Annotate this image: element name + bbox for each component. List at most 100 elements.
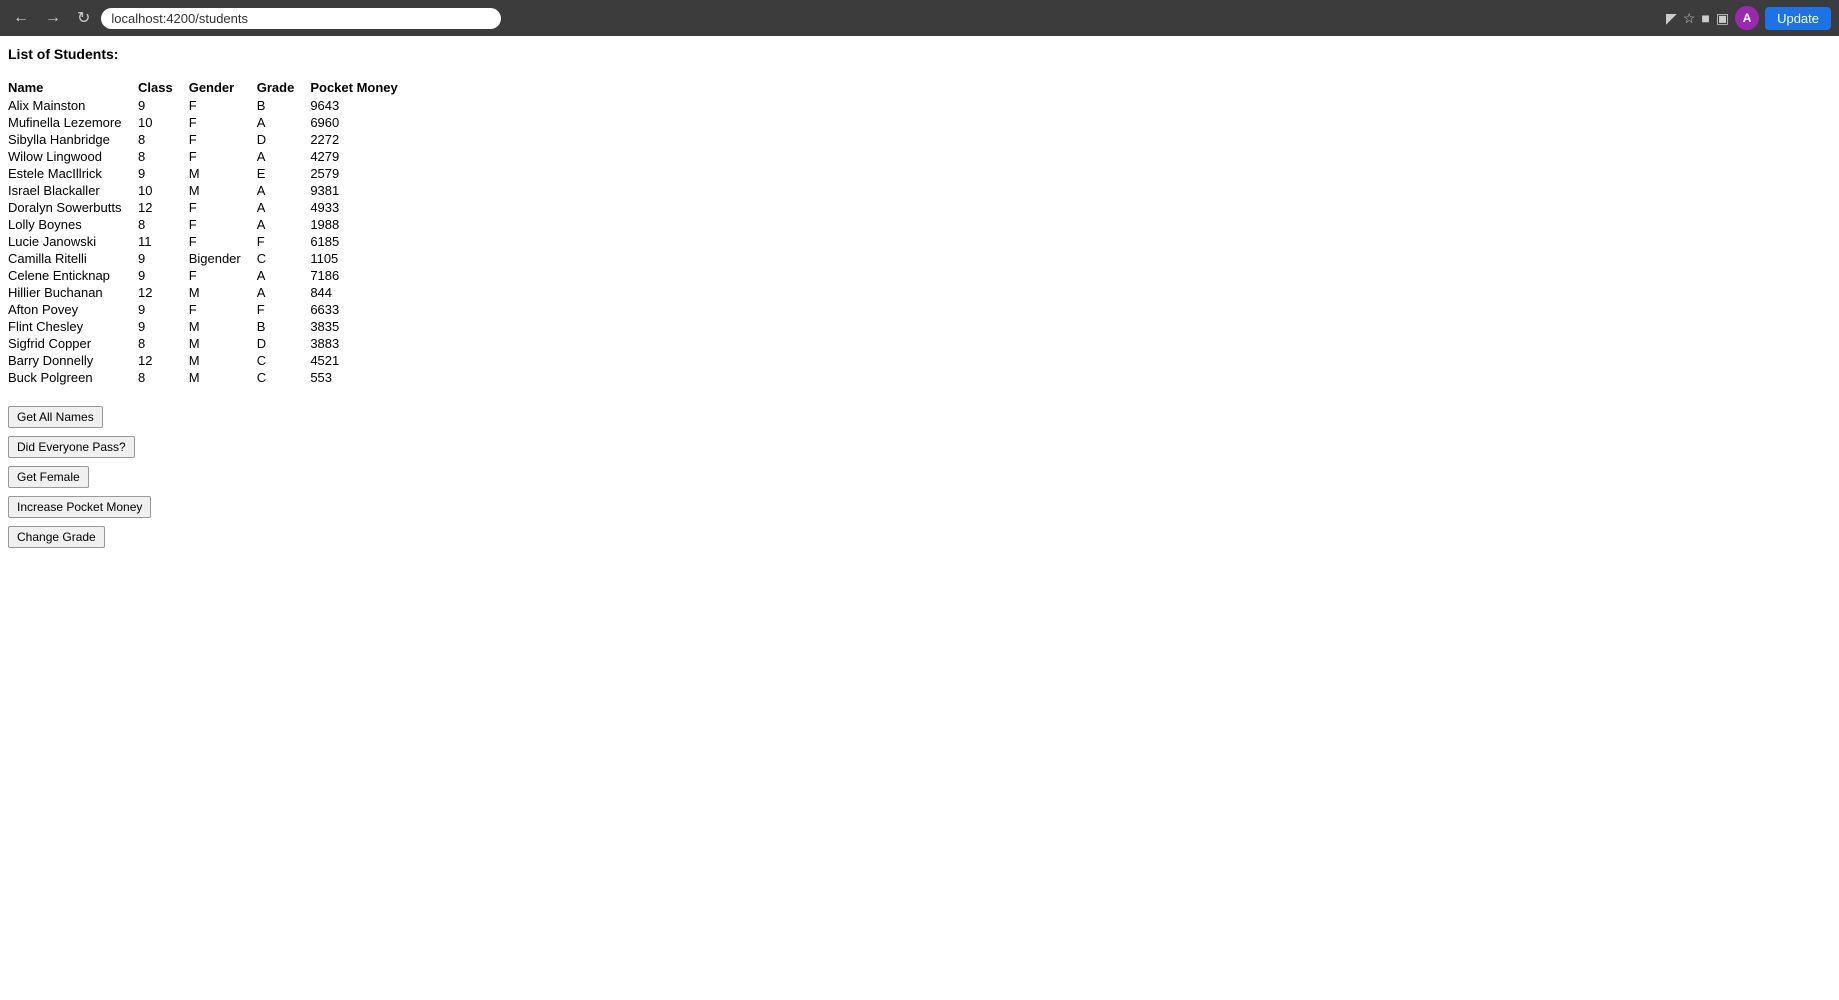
update-button[interactable]: Update [1765, 7, 1831, 30]
cell-grade: A [257, 284, 311, 301]
table-row: Sibylla Hanbridge 8 F D 2272 [8, 131, 414, 148]
table-row: Hillier Buchanan 12 M A 844 [8, 284, 414, 301]
extensions-icon: ■ [1701, 10, 1709, 26]
cell-gender: M [189, 165, 257, 182]
table-header-row: Name Class Gender Grade Pocket Money [8, 78, 414, 97]
page-content: List of Students: Name Class Gender Grad… [0, 36, 1839, 558]
cell-name: Sibylla Hanbridge [8, 131, 138, 148]
students-table: Name Class Gender Grade Pocket Money Ali… [8, 78, 414, 386]
cell-name: Estele MacIllrick [8, 165, 138, 182]
cell-name: Barry Donnelly [8, 352, 138, 369]
cell-class: 9 [138, 318, 189, 335]
cell-pocket-money: 3835 [310, 318, 413, 335]
get-female-button[interactable]: Get Female [8, 466, 89, 488]
cell-gender: F [189, 199, 257, 216]
cell-name: Alix Mainston [8, 97, 138, 114]
cell-class: 8 [138, 148, 189, 165]
cell-name: Doralyn Sowerbutts [8, 199, 138, 216]
cell-grade: D [257, 335, 311, 352]
cell-grade: C [257, 250, 311, 267]
cell-pocket-money: 4521 [310, 352, 413, 369]
table-row: Flint Chesley 9 M B 3835 [8, 318, 414, 335]
table-row: Mufinella Lezemore 10 F A 6960 [8, 114, 414, 131]
browser-chrome: ← → ↻ localhost:4200/students ◤ ☆ ■ ▣ A … [0, 0, 1839, 36]
cell-name: Lolly Boynes [8, 216, 138, 233]
cell-name: Wilow Lingwood [8, 148, 138, 165]
cell-gender: F [189, 216, 257, 233]
cell-gender: M [189, 335, 257, 352]
cell-grade: D [257, 131, 311, 148]
buttons-section: Get All Names Did Everyone Pass? Get Fem… [8, 406, 1831, 548]
table-row: Wilow Lingwood 8 F A 4279 [8, 148, 414, 165]
did-everyone-pass-button[interactable]: Did Everyone Pass? [8, 436, 135, 458]
cell-name: Afton Povey [8, 301, 138, 318]
cell-pocket-money: 844 [310, 284, 413, 301]
cell-class: 10 [138, 114, 189, 131]
cell-gender: F [189, 233, 257, 250]
cell-name: Hillier Buchanan [8, 284, 138, 301]
col-header-class: Class [138, 78, 189, 97]
cell-name: Flint Chesley [8, 318, 138, 335]
cell-grade: B [257, 318, 311, 335]
increase-pocket-money-button[interactable]: Increase Pocket Money [8, 496, 151, 518]
cell-grade: F [257, 301, 311, 318]
table-row: Sigfrid Copper 8 M D 3883 [8, 335, 414, 352]
address-bar[interactable]: localhost:4200/students [101, 8, 501, 29]
table-row: Israel Blackaller 10 M A 9381 [8, 182, 414, 199]
back-button[interactable]: ← [8, 7, 34, 29]
cell-class: 12 [138, 199, 189, 216]
cell-gender: F [189, 114, 257, 131]
profile-icon: ▣ [1716, 10, 1729, 27]
cell-class: 12 [138, 284, 189, 301]
cell-grade: C [257, 369, 311, 386]
cell-gender: F [189, 97, 257, 114]
bookmark-icon: ☆ [1683, 10, 1696, 27]
get-all-names-button[interactable]: Get All Names [8, 406, 103, 428]
page-title: List of Students: [8, 46, 1831, 62]
table-row: Alix Mainston 9 F B 9643 [8, 97, 414, 114]
cell-class: 9 [138, 165, 189, 182]
cell-name: Buck Polgreen [8, 369, 138, 386]
cell-pocket-money: 6960 [310, 114, 413, 131]
cell-grade: C [257, 352, 311, 369]
cell-pocket-money: 2272 [310, 131, 413, 148]
cell-name: Sigfrid Copper [8, 335, 138, 352]
cell-class: 8 [138, 335, 189, 352]
cast-icon: ◤ [1666, 10, 1677, 27]
avatar: A [1735, 6, 1759, 30]
table-row: Doralyn Sowerbutts 12 F A 4933 [8, 199, 414, 216]
cell-pocket-money: 4279 [310, 148, 413, 165]
table-row: Afton Povey 9 F F 6633 [8, 301, 414, 318]
table-row: Lucie Janowski 11 F F 6185 [8, 233, 414, 250]
cell-gender: M [189, 369, 257, 386]
cell-name: Celene Enticknap [8, 267, 138, 284]
cell-grade: E [257, 165, 311, 182]
cell-gender: F [189, 148, 257, 165]
cell-grade: A [257, 148, 311, 165]
cell-grade: A [257, 216, 311, 233]
cell-pocket-money: 6185 [310, 233, 413, 250]
cell-pocket-money: 1105 [310, 250, 413, 267]
reload-button[interactable]: ↻ [72, 6, 95, 30]
cell-name: Lucie Janowski [8, 233, 138, 250]
cell-gender: Bigender [189, 250, 257, 267]
table-row: Celene Enticknap 9 F A 7186 [8, 267, 414, 284]
cell-pocket-money: 9381 [310, 182, 413, 199]
cell-pocket-money: 6633 [310, 301, 413, 318]
cell-pocket-money: 1988 [310, 216, 413, 233]
cell-name: Mufinella Lezemore [8, 114, 138, 131]
col-header-gender: Gender [189, 78, 257, 97]
change-grade-button[interactable]: Change Grade [8, 526, 105, 548]
cell-pocket-money: 4933 [310, 199, 413, 216]
cell-class: 9 [138, 301, 189, 318]
cell-pocket-money: 2579 [310, 165, 413, 182]
cell-gender: F [189, 131, 257, 148]
cell-class: 8 [138, 369, 189, 386]
cell-gender: F [189, 267, 257, 284]
forward-button[interactable]: → [40, 7, 66, 29]
cell-grade: A [257, 267, 311, 284]
table-row: Buck Polgreen 8 M C 553 [8, 369, 414, 386]
table-row: Camilla Ritelli 9 Bigender C 1105 [8, 250, 414, 267]
cell-grade: F [257, 233, 311, 250]
cell-class: 8 [138, 216, 189, 233]
